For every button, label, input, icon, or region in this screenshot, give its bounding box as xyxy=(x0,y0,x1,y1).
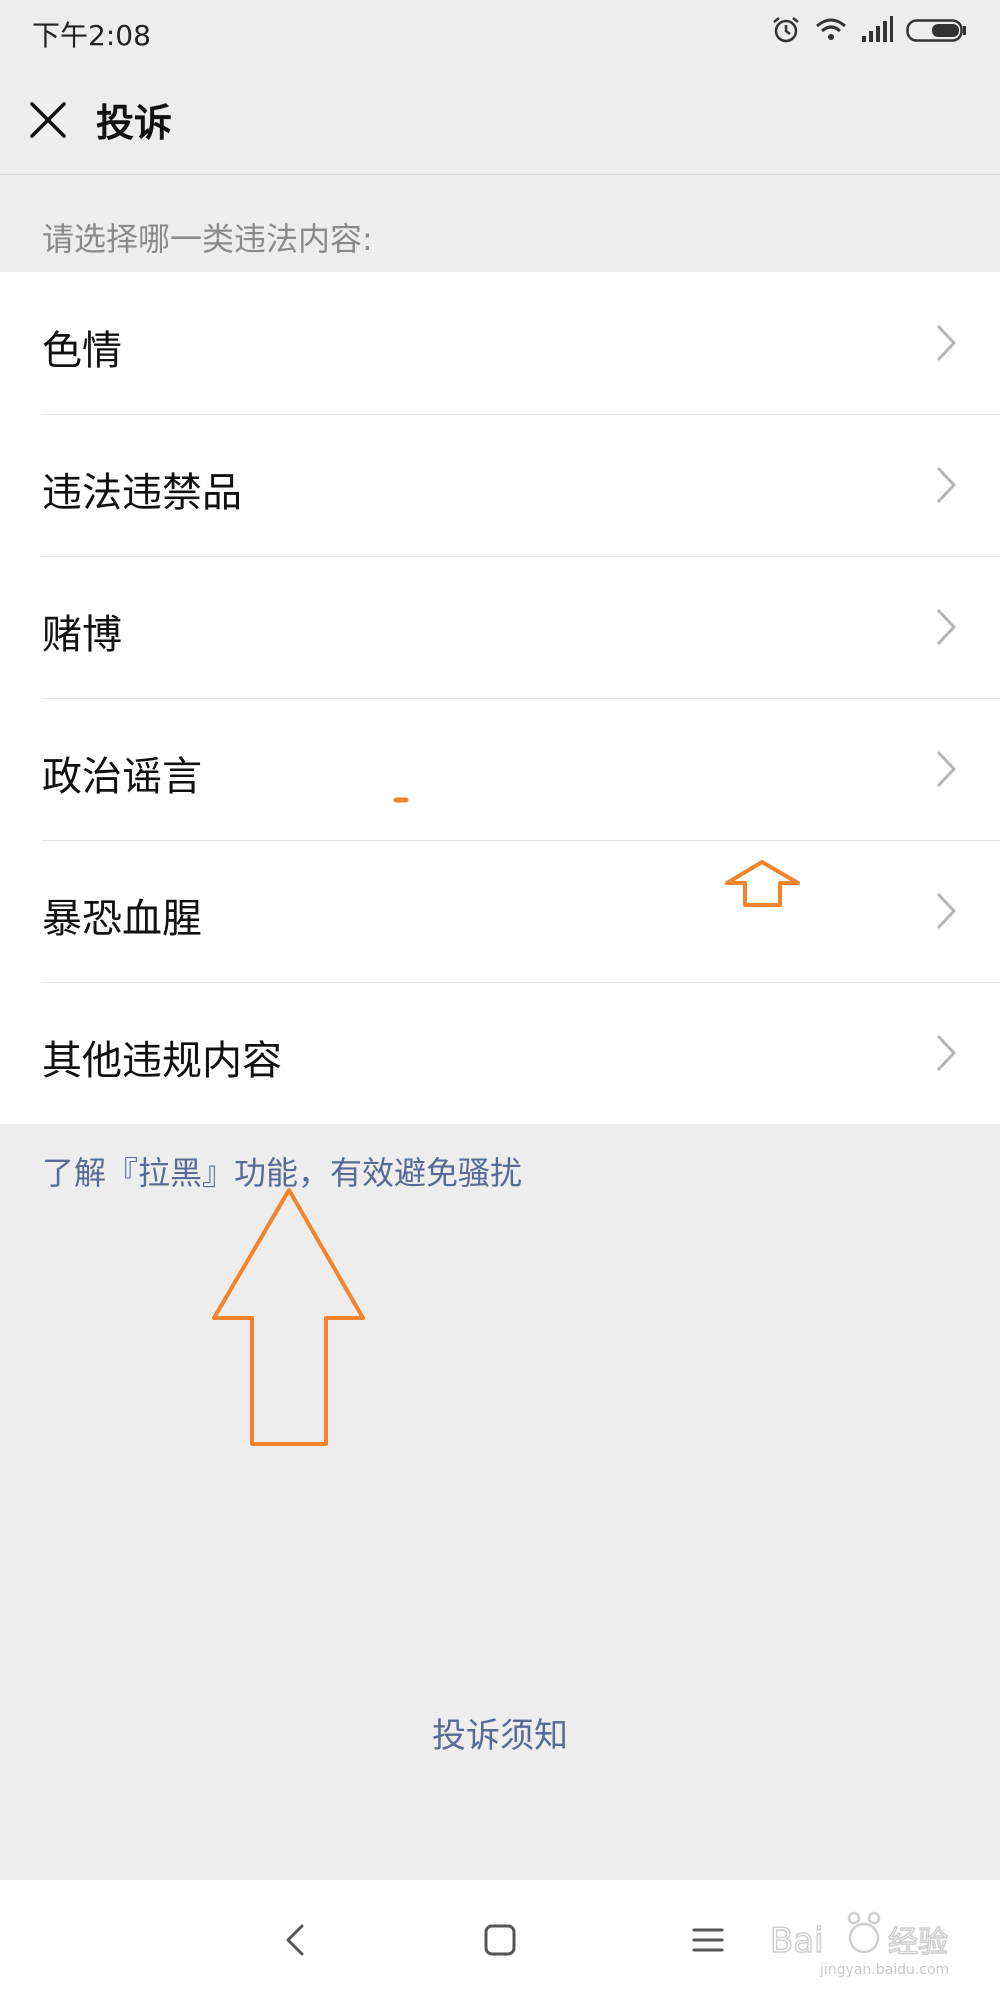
wifi-icon xyxy=(816,18,846,40)
chevron-right-icon xyxy=(936,1034,957,1072)
section-label: 请选择哪一类违法内容: xyxy=(42,220,373,258)
status-bar: 下午2:08 xyxy=(0,0,1000,62)
list-item-label: 其他违规内容 xyxy=(42,1038,282,1084)
annotation-large-arrow-icon xyxy=(212,1188,365,1446)
list-item-label: 色情 xyxy=(42,328,122,374)
blacklist-link[interactable]: 了解『拉黑』功能，有效避免骚扰 xyxy=(42,1148,522,1194)
list-item-label: 赌博 xyxy=(42,612,122,658)
nav-menu-button[interactable] xyxy=(678,1910,738,1970)
list-item-political-rumor[interactable]: 政治谣言 xyxy=(0,698,1000,840)
list-item-gambling[interactable]: 赌博 xyxy=(0,556,1000,698)
list-item-label: 暴恐血腥 xyxy=(42,896,202,942)
nav-home-button[interactable] xyxy=(470,1910,530,1970)
list-item-violence[interactable]: 暴恐血腥 xyxy=(0,840,1000,982)
watermark-text: jingyan.baidu.com xyxy=(820,1962,950,1978)
title-bar: 投诉 xyxy=(0,62,1000,175)
alarm-icon xyxy=(773,17,799,43)
list-item-label: 政治谣言 xyxy=(42,754,202,800)
back-icon xyxy=(286,1924,304,1956)
chevron-right-icon xyxy=(936,892,957,930)
chevron-right-icon xyxy=(936,608,957,646)
chevron-right-icon xyxy=(936,324,957,362)
status-icons xyxy=(770,14,970,48)
svg-text:经验: 经验 xyxy=(888,1925,948,1960)
home-icon xyxy=(484,1924,516,1956)
close-button[interactable] xyxy=(18,90,78,150)
battery-icon xyxy=(906,19,966,42)
list-item-other[interactable]: 其他违规内容 xyxy=(0,982,1000,1124)
list-item-contraband[interactable]: 违法违禁品 xyxy=(0,414,1000,556)
svg-text:Bai: Bai xyxy=(770,1921,824,1961)
menu-icon xyxy=(692,1928,724,1952)
chevron-right-icon xyxy=(936,750,957,788)
list-item-label: 违法违禁品 xyxy=(42,470,242,516)
signal-icon xyxy=(862,16,893,42)
list-item-porn[interactable]: 色情 xyxy=(0,272,1000,414)
page-title: 投诉 xyxy=(96,101,173,145)
status-time: 下午2:08 xyxy=(32,19,151,52)
chevron-right-icon xyxy=(936,466,957,504)
category-list: 色情 违法违禁品 赌博 政治谣言 暴恐血腥 其他违规内容 xyxy=(0,272,1000,1124)
close-icon xyxy=(30,102,66,138)
complaint-notice-link[interactable]: 投诉须知 xyxy=(0,1708,1000,1757)
nav-back-button[interactable] xyxy=(266,1910,326,1970)
